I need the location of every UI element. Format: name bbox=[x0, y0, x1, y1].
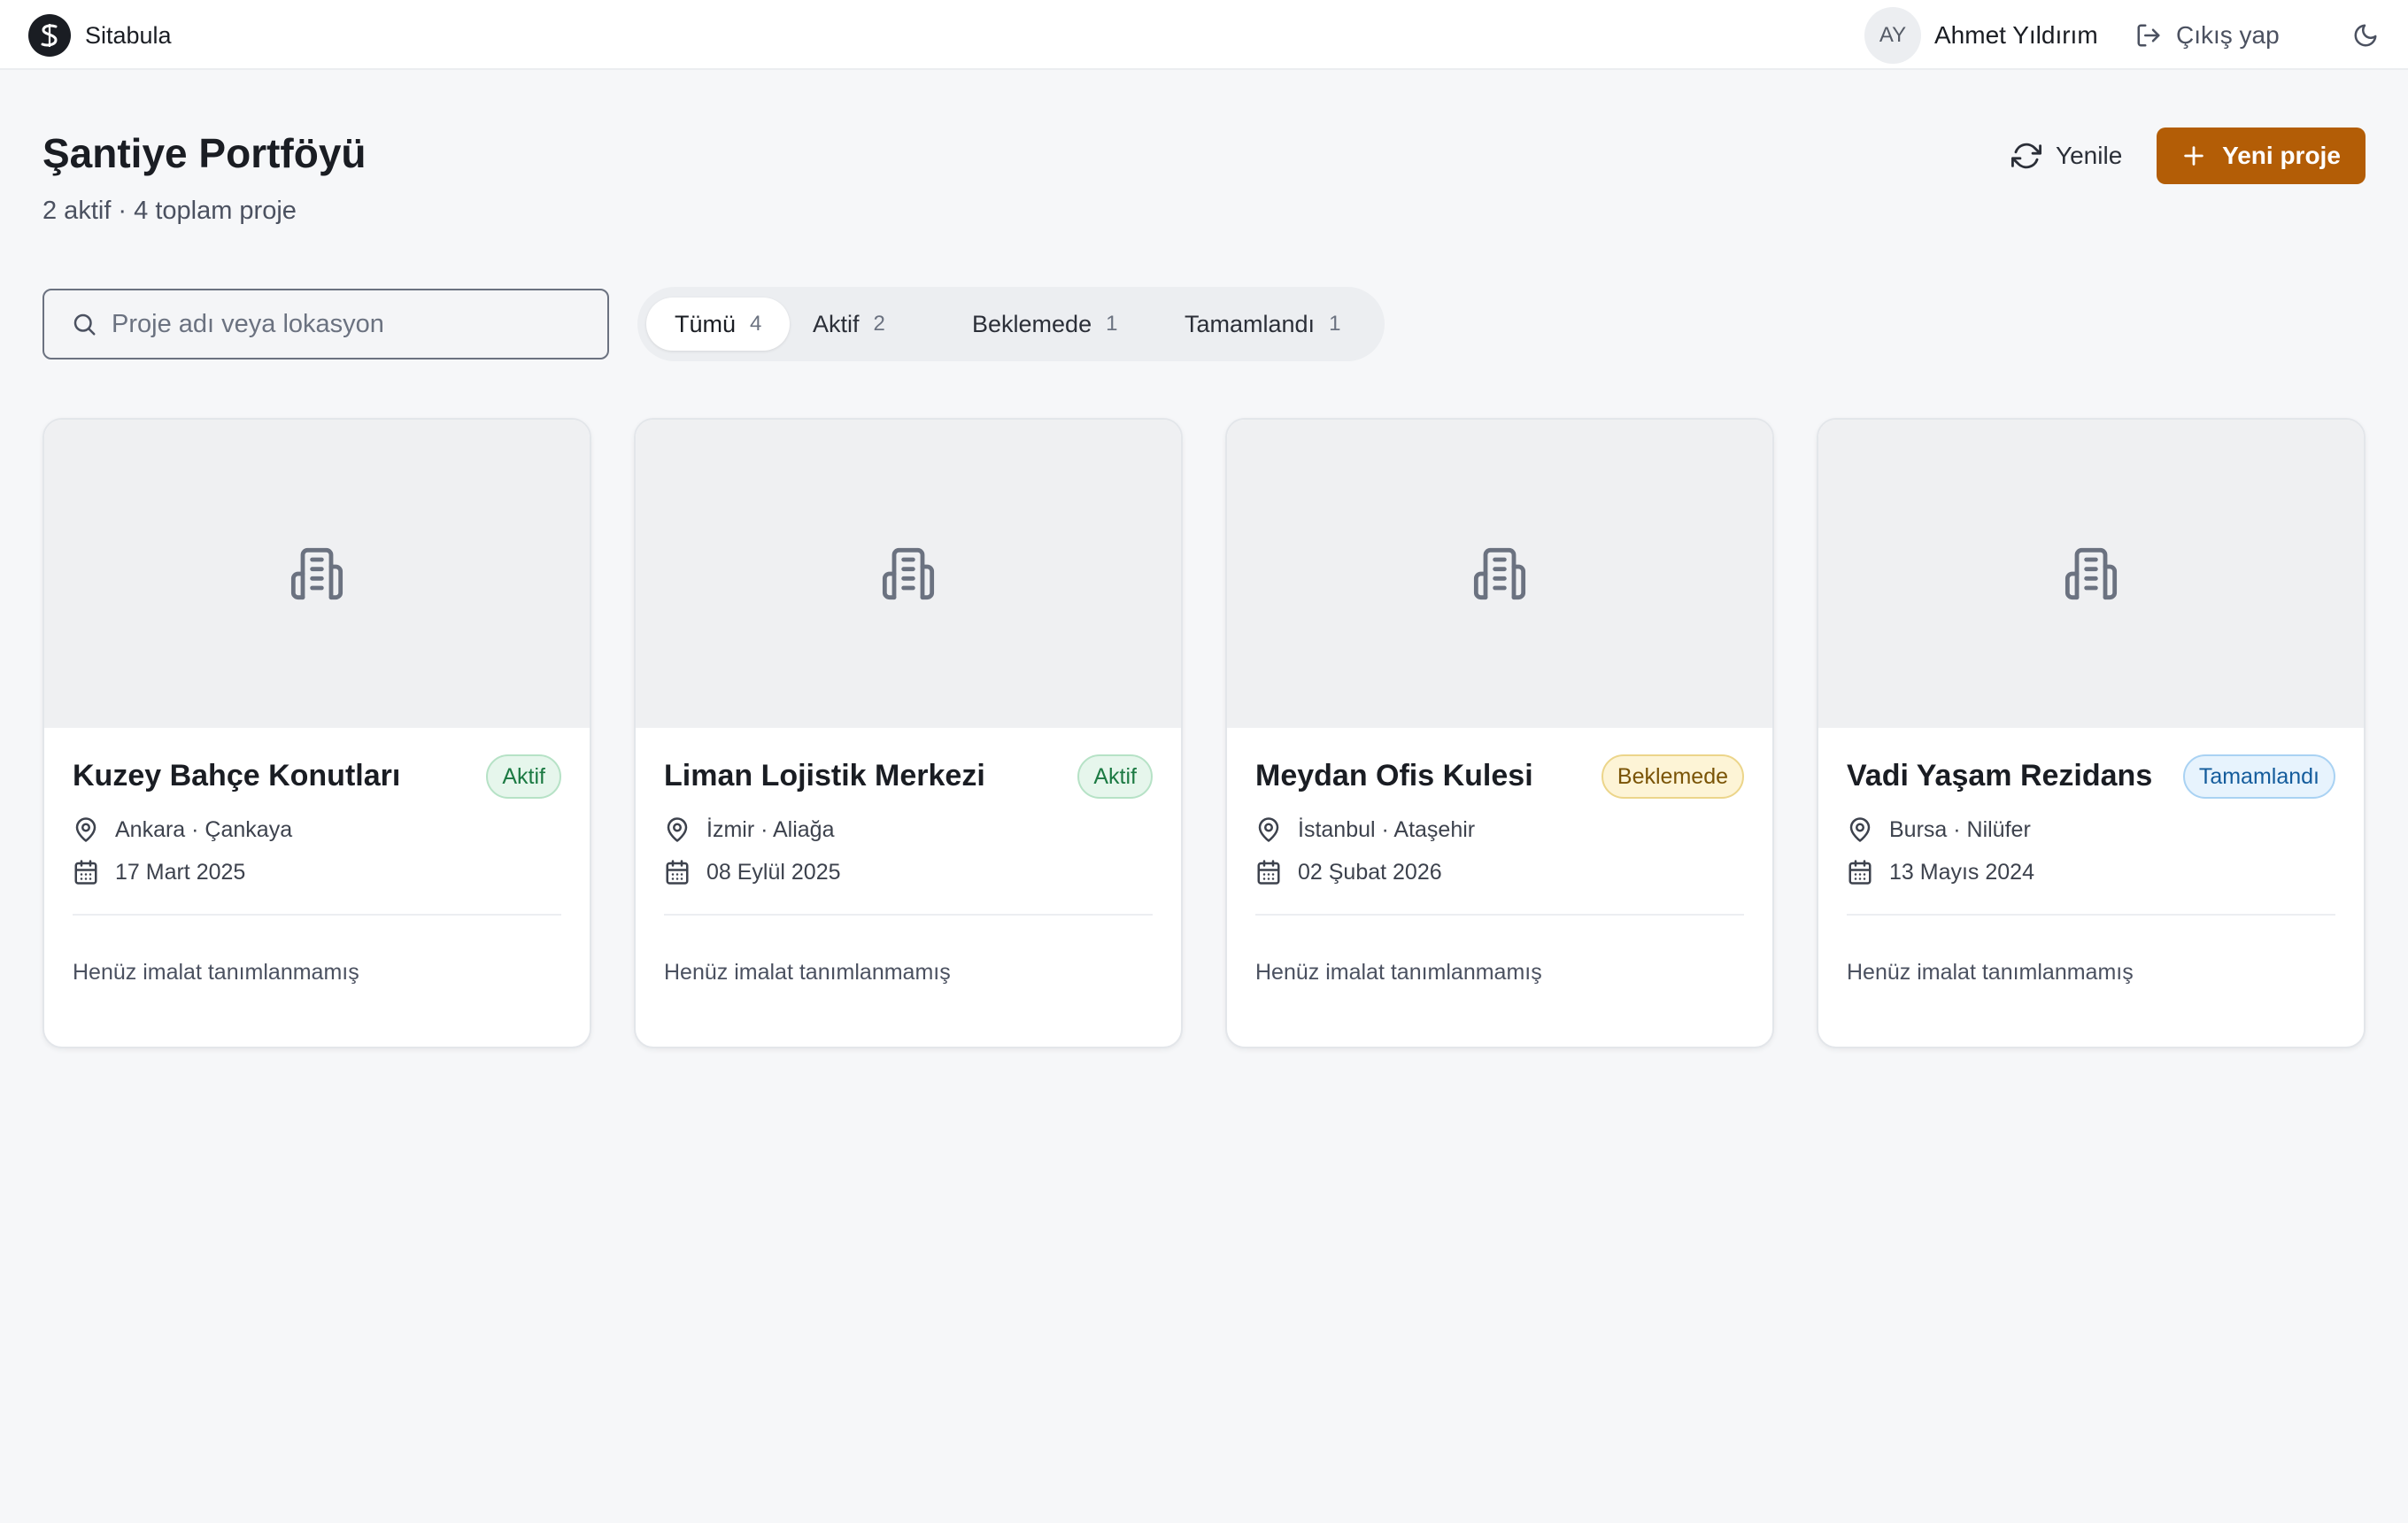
location-text: İzmir · Aliağa bbox=[706, 816, 835, 842]
filter-count: 2 bbox=[873, 312, 885, 336]
filter-tab-active[interactable]: Aktif 2 bbox=[784, 298, 914, 351]
card-divider bbox=[1255, 914, 1744, 916]
project-card[interactable]: Kuzey Bahçe Konutları Aktif Ankara · Çan… bbox=[42, 418, 591, 1048]
project-name: Vadi Yaşam Rezidans bbox=[1847, 759, 2153, 792]
map-pin-icon bbox=[1258, 817, 1279, 842]
project-card[interactable]: Meydan Ofis Kulesi Beklemede İstanbul · … bbox=[1225, 418, 1774, 1048]
project-date: 08 Eylül 2025 bbox=[664, 859, 841, 885]
map-pin-icon bbox=[667, 817, 688, 842]
filter-label: Tamamlandı bbox=[1185, 310, 1316, 337]
filter-tab-all[interactable]: Tümü 4 bbox=[646, 298, 791, 351]
filter-tab-completed[interactable]: Tamamlandı 1 bbox=[1156, 298, 1369, 351]
location-text: İstanbul · Ataşehir bbox=[1298, 816, 1476, 842]
project-location: İzmir · Aliağa bbox=[664, 816, 834, 843]
building-icon bbox=[882, 547, 935, 600]
filter-count: 4 bbox=[750, 312, 762, 336]
plus-icon bbox=[2184, 146, 2203, 166]
location-text: Bursa · Nilüfer bbox=[1889, 816, 2031, 842]
project-location: Bursa · Nilüfer bbox=[1847, 816, 2031, 843]
status-badge: Aktif bbox=[1077, 754, 1153, 799]
status-badge: Aktif bbox=[486, 754, 561, 799]
refresh-label: Yenile bbox=[2056, 142, 2123, 169]
project-image-placeholder bbox=[636, 420, 1181, 728]
app-name: Sitabula bbox=[85, 21, 172, 49]
building-icon bbox=[290, 547, 343, 600]
logout-label: Çıkış yap bbox=[2176, 21, 2280, 49]
status-filter-tabs: Tümü 4 Aktif 2 Beklemede 1 Tamamlandı 1 bbox=[637, 287, 1385, 361]
project-date: 02 Şubat 2026 bbox=[1255, 859, 1442, 885]
refresh-button[interactable]: Yenile bbox=[1997, 131, 2136, 181]
map-pin-icon bbox=[1849, 817, 1871, 842]
project-date: 13 Mayıs 2024 bbox=[1847, 859, 2034, 885]
filter-count: 1 bbox=[1106, 312, 1118, 336]
card-divider bbox=[73, 914, 561, 916]
project-image-placeholder bbox=[44, 420, 590, 728]
building-icon bbox=[2065, 547, 2118, 600]
page-subtitle: 2 aktif · 4 toplam proje bbox=[42, 197, 297, 225]
sitabula-logo-icon bbox=[28, 14, 71, 57]
work-items-note: Henüz imalat tanımlanmamış bbox=[73, 960, 359, 985]
work-items-note: Henüz imalat tanımlanmamış bbox=[1847, 960, 2134, 985]
search-box[interactable] bbox=[42, 289, 609, 359]
filter-label: Tümü bbox=[675, 310, 737, 337]
status-badge: Beklemede bbox=[1601, 754, 1744, 799]
date-text: 02 Şubat 2026 bbox=[1298, 859, 1442, 885]
project-image-placeholder bbox=[1227, 420, 1772, 728]
logout-icon bbox=[2137, 24, 2160, 47]
top-bar: Sitabula AY Ahmet Yıldırım Çıkış yap bbox=[0, 0, 2408, 70]
project-location: İstanbul · Ataşehir bbox=[1255, 816, 1475, 843]
work-items-note: Henüz imalat tanımlanmamış bbox=[664, 960, 951, 985]
moon-icon bbox=[2354, 24, 2377, 47]
avatar[interactable]: AY bbox=[1864, 7, 1921, 64]
status-badge: Tamamlandı bbox=[2182, 754, 2335, 799]
brand[interactable]: Sitabula bbox=[28, 14, 172, 57]
work-items-note: Henüz imalat tanımlanmamış bbox=[1255, 960, 1542, 985]
building-icon bbox=[1473, 547, 1526, 600]
user-name: Ahmet Yıldırım bbox=[1934, 21, 2098, 49]
search-input[interactable] bbox=[112, 309, 590, 339]
project-name: Kuzey Bahçe Konutları bbox=[73, 759, 401, 792]
project-date: 17 Mart 2025 bbox=[73, 859, 245, 885]
calendar-icon bbox=[1848, 860, 1872, 885]
date-text: 08 Eylül 2025 bbox=[706, 859, 841, 885]
filter-count: 1 bbox=[1329, 312, 1341, 336]
refresh-icon bbox=[2011, 143, 2041, 169]
page-title: Şantiye Portföyü bbox=[42, 130, 367, 176]
project-name: Meydan Ofis Kulesi bbox=[1255, 759, 1533, 792]
theme-toggle[interactable] bbox=[2350, 19, 2381, 51]
project-location: Ankara · Çankaya bbox=[73, 816, 292, 843]
project-card[interactable]: Liman Lojistik Merkezi Aktif İzmir · Ali… bbox=[634, 418, 1183, 1048]
filter-label: Beklemede bbox=[972, 310, 1092, 337]
project-card[interactable]: Vadi Yaşam Rezidans Tamamlandı Bursa · N… bbox=[1817, 418, 2366, 1048]
filter-tab-pending[interactable]: Beklemede 1 bbox=[944, 298, 1146, 351]
map-pin-icon bbox=[75, 817, 96, 842]
search-icon bbox=[73, 313, 96, 336]
card-divider bbox=[664, 914, 1153, 916]
calendar-icon bbox=[666, 860, 689, 885]
project-name: Liman Lojistik Merkezi bbox=[664, 759, 985, 792]
calendar-icon bbox=[1257, 860, 1280, 885]
date-text: 17 Mart 2025 bbox=[115, 859, 246, 885]
filter-label: Aktif bbox=[813, 310, 860, 337]
location-text: Ankara · Çankaya bbox=[115, 816, 293, 842]
new-project-label: Yeni proje bbox=[2222, 142, 2341, 169]
project-image-placeholder bbox=[1818, 420, 2364, 728]
date-text: 13 Mayıs 2024 bbox=[1889, 859, 2034, 885]
new-project-button[interactable]: Yeni proje bbox=[2157, 128, 2366, 184]
logout-button[interactable]: Çıkış yap bbox=[2135, 16, 2280, 55]
card-divider bbox=[1847, 914, 2335, 916]
calendar-icon bbox=[74, 860, 97, 885]
